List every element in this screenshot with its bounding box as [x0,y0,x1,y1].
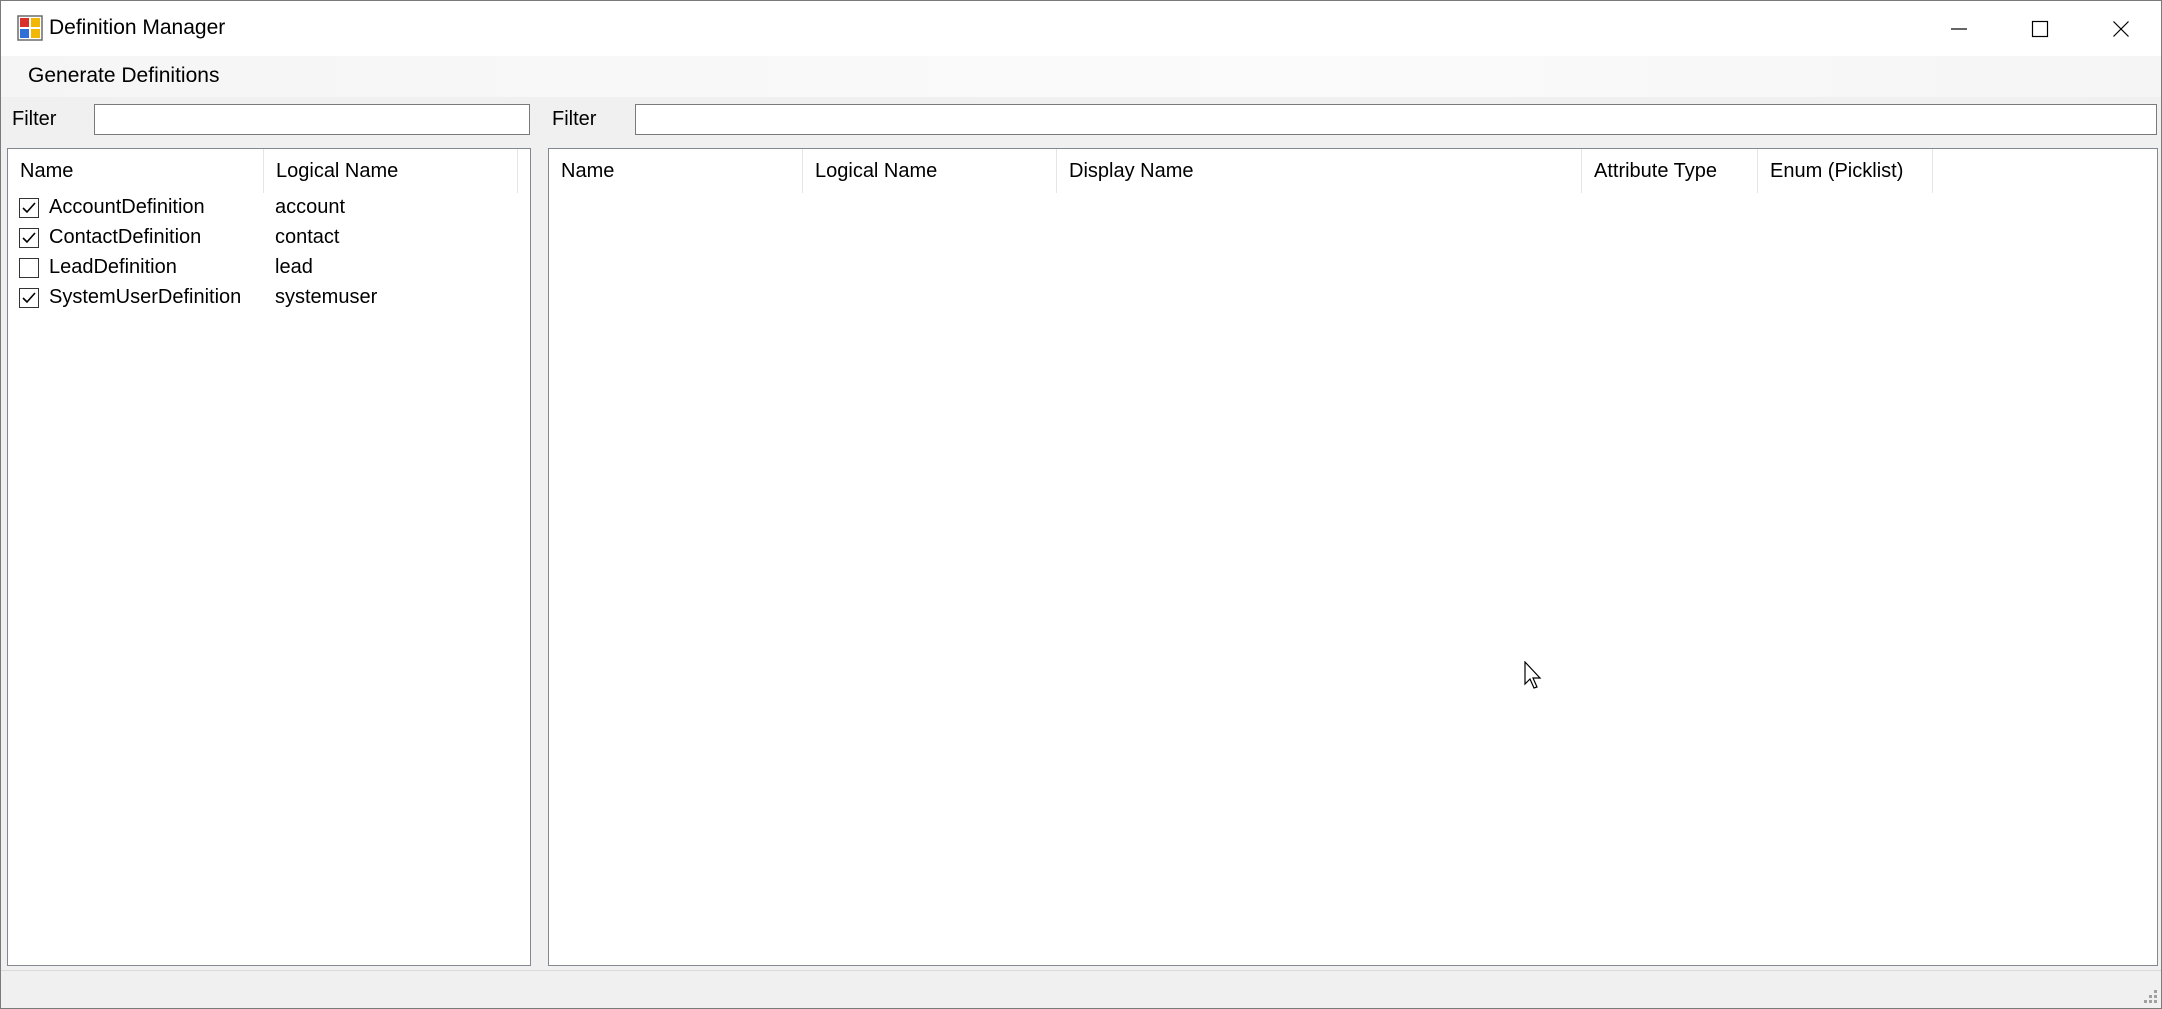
close-button[interactable] [2081,1,2161,56]
attributes-list[interactable]: Name Logical Name Display Name Attribute… [548,148,2158,966]
app-icon [17,15,43,41]
column-header-logical-name[interactable]: Logical Name [803,149,1057,193]
column-header-name[interactable]: Name [549,149,803,193]
row-name: LeadDefinition [49,256,177,278]
right-filter-input[interactable] [635,104,2157,135]
window-title: Definition Manager [49,16,226,39]
list-item[interactable]: AccountDefinition account [8,193,530,223]
status-bar [1,970,2161,1008]
close-icon [2113,20,2129,37]
row-checkbox[interactable] [19,288,39,308]
list-item[interactable]: ContactDefinition contact [8,223,530,253]
definitions-list[interactable]: Name Logical Name AccountDefinition acco… [7,148,531,966]
right-filter-label: Filter [552,108,597,130]
row-checkbox[interactable] [19,198,39,218]
maximize-icon [2031,20,2049,37]
list-item[interactable]: LeadDefinition lead [8,253,530,283]
row-checkbox[interactable] [19,258,39,278]
resize-grip-icon[interactable] [2137,985,2159,1007]
main-window: Definition Manager Generate Definitions … [0,0,2162,1009]
menu-generate-definitions[interactable]: Generate Definitions [28,64,219,88]
mouse-cursor-icon [1524,661,1542,689]
definitions-list-header: Name Logical Name [8,149,530,193]
column-header-display-name[interactable]: Display Name [1057,149,1582,193]
checkmark-icon [22,292,36,304]
row-checkbox[interactable] [19,228,39,248]
row-logical-name: lead [275,256,313,278]
minimize-icon [1951,27,1967,30]
checkmark-icon [22,232,36,244]
menu-bar: Generate Definitions [1,56,2161,97]
checkmark-icon [22,202,36,214]
title-bar[interactable]: Definition Manager [1,1,2161,56]
row-name: SystemUserDefinition [49,286,242,308]
list-item[interactable]: SystemUserDefinition systemuser [8,283,530,313]
attributes-list-header: Name Logical Name Display Name Attribute… [549,149,2157,193]
column-header-logical-name[interactable]: Logical Name [264,149,518,193]
row-logical-name: account [275,196,346,218]
maximize-button[interactable] [2000,1,2080,56]
column-header-enum-picklist[interactable]: Enum (Picklist) [1758,149,1933,193]
left-filter-input[interactable] [94,104,530,135]
row-logical-name: systemuser [275,286,378,308]
row-name: AccountDefinition [49,196,205,218]
minimize-button[interactable] [1919,1,1999,56]
column-header-name[interactable]: Name [8,149,264,193]
left-filter-label: Filter [12,108,57,130]
column-header-attribute-type[interactable]: Attribute Type [1582,149,1758,193]
row-name: ContactDefinition [49,226,202,248]
row-logical-name: contact [275,226,340,248]
